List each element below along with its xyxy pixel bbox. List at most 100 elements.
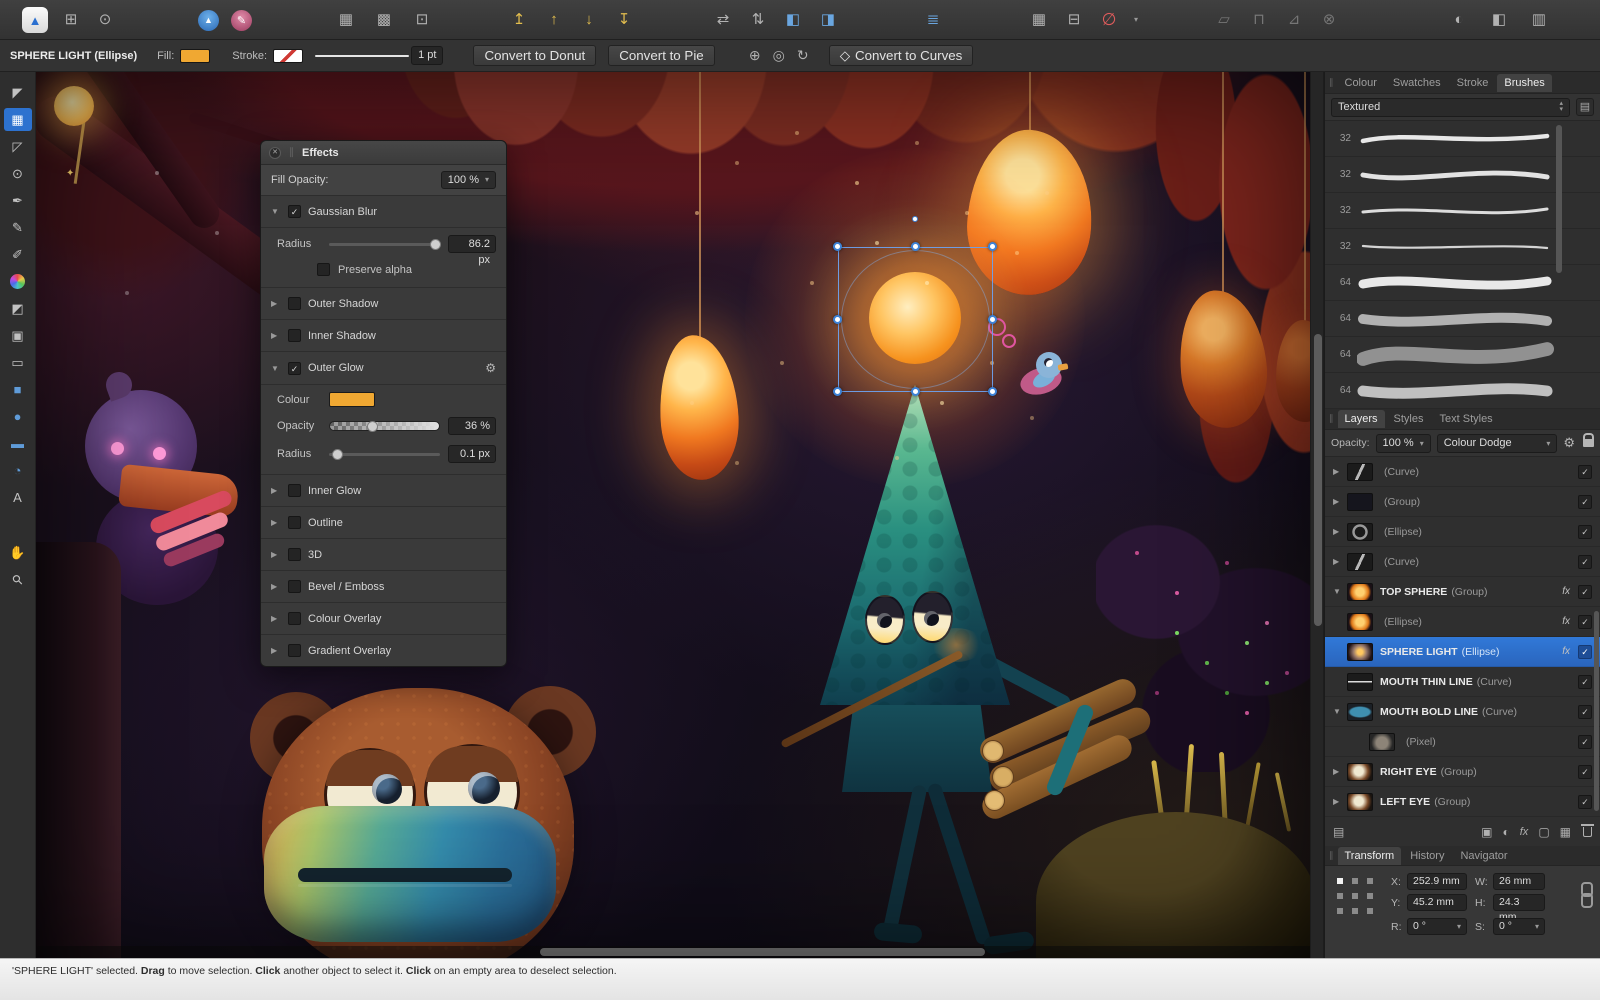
vector-crop-tool[interactable]: ▭ (4, 351, 32, 374)
pie-tool[interactable]: ◔ (4, 459, 32, 482)
transparency-tool[interactable]: ◩ (4, 297, 32, 320)
layer-row-left-eye[interactable]: ▶ LEFT EYE (Group) ✓ (1325, 787, 1600, 817)
canvas[interactable]: ✦ (36, 72, 1310, 958)
effect-checkbox[interactable]: ✓ (288, 362, 301, 375)
expander-icon[interactable]: ▶ (1333, 767, 1347, 776)
canvas-vscrollbar-track[interactable] (1310, 72, 1324, 958)
glow-radius-slider[interactable] (329, 447, 440, 461)
tab-colour[interactable]: Colour (1338, 74, 1384, 92)
insert-target-icon[interactable]: ▦ (1028, 8, 1050, 32)
tab-brushes[interactable]: Brushes (1497, 74, 1551, 92)
visibility-checkbox[interactable]: ✓ (1578, 705, 1592, 719)
layer-row-mouth-bold-line[interactable]: ▼ MOUTH BOLD LINE (Curve) ✓ (1325, 697, 1600, 727)
preserve-alpha-checkbox[interactable] (317, 263, 330, 276)
transform-origin-icon[interactable]: ⊡ (411, 8, 433, 32)
effect-checkbox[interactable]: ✓ (288, 205, 301, 218)
visibility-checkbox[interactable]: ✓ (1578, 735, 1592, 749)
layers-stack-icon[interactable]: ▤ (1333, 825, 1344, 839)
cycle-selection-icon[interactable]: ⊗ (1318, 8, 1340, 32)
gear-icon[interactable]: ⚙ (485, 361, 496, 375)
tab-text-styles[interactable]: Text Styles (1433, 410, 1500, 428)
visibility-checkbox[interactable]: ✓ (1578, 465, 1592, 479)
visibility-checkbox[interactable]: ✓ (1578, 525, 1592, 539)
selection-handle-bottom-left[interactable] (833, 387, 842, 396)
new-pixel-layer-icon[interactable]: ▦ (1560, 825, 1571, 839)
effect-section-inner-shadow[interactable]: ▶ Inner Shadow (261, 320, 506, 352)
disclosure-icon[interactable]: ▶ (271, 299, 281, 308)
expander-icon[interactable]: ▼ (1333, 587, 1347, 596)
effect-checkbox[interactable] (288, 612, 301, 625)
artboard-icon[interactable]: ⊞ (60, 8, 82, 32)
rectangle-tool[interactable]: ■ (4, 378, 32, 401)
selection-bounds[interactable] (838, 247, 993, 392)
opacity-dropdown[interactable]: 100 %▾ (1376, 434, 1431, 453)
layer-row-mouth-thin-line[interactable]: MOUTH THIN LINE (Curve) ✓ (1325, 667, 1600, 697)
new-layer-icon[interactable]: ▢ (1538, 825, 1549, 839)
align-vertical-icon[interactable]: ◨ (817, 8, 839, 32)
disclosure-icon[interactable]: ▶ (271, 486, 281, 495)
snapping-candidates-icon[interactable]: ▩ (373, 8, 395, 32)
effect-section-colour-overlay[interactable]: ▶ Colour Overlay (261, 603, 506, 635)
stroke-width-slider[interactable] (313, 48, 411, 64)
selection-handle-mid-left[interactable] (833, 315, 842, 324)
layers-scrollbar[interactable] (1594, 611, 1599, 811)
lock-icon[interactable] (1583, 439, 1594, 447)
effect-checkbox[interactable] (288, 516, 301, 529)
panel-menu-button[interactable]: ▤ (1576, 98, 1594, 116)
show-orientation-icon[interactable]: ◎ (767, 47, 791, 64)
gear-icon[interactable]: ⚙ (1563, 435, 1575, 451)
fx-badge[interactable]: fx (1562, 616, 1570, 627)
brush-item[interactable]: 64 (1325, 373, 1600, 409)
radius-slider[interactable] (329, 237, 440, 251)
visibility-checkbox[interactable]: ✓ (1578, 555, 1592, 569)
slider-thumb[interactable] (332, 449, 343, 460)
effect-checkbox[interactable] (288, 548, 301, 561)
drag-handle-icon[interactable]: ∥ (289, 147, 294, 158)
flip-horizontal-icon[interactable]: ⇄ (712, 8, 734, 32)
move-to-back-icon[interactable]: ↧ (613, 8, 635, 32)
y-field[interactable]: 45.2 mm (1407, 894, 1467, 911)
pencil-tool[interactable]: ✎ (4, 216, 32, 239)
anchor-point-selector[interactable] (1337, 878, 1375, 916)
visibility-checkbox[interactable]: ✓ (1578, 585, 1592, 599)
brush-item[interactable]: 64 (1325, 337, 1600, 373)
panel-drag-handle[interactable]: ∥ (1329, 77, 1334, 88)
view-tool[interactable]: ✋ (4, 541, 32, 564)
reset-bounds-icon[interactable]: ↻ (791, 47, 815, 64)
selection-handle-top-center[interactable] (911, 242, 920, 251)
fill-tool[interactable] (4, 270, 32, 293)
layer-effects-icon[interactable]: fx (1520, 826, 1529, 838)
visibility-checkbox[interactable]: ✓ (1578, 615, 1592, 629)
node-editor-icon[interactable]: ⊙ (94, 8, 116, 32)
vector-brush-tool[interactable]: ✐ (4, 243, 32, 266)
adjustment-layer-icon[interactable]: ◐ (1503, 825, 1510, 839)
disclosure-icon[interactable]: ▼ (271, 207, 281, 216)
tab-transform[interactable]: Transform (1338, 847, 1402, 865)
layer-row[interactable]: ▶ (Ellipse) ✓ (1325, 517, 1600, 547)
disclosure-icon[interactable]: ▶ (271, 646, 281, 655)
convert-to-donut-button[interactable]: Convert to Donut (473, 45, 596, 66)
selection-handle-mid-right[interactable] (988, 315, 997, 324)
alignment-icon[interactable]: ≣ (922, 8, 944, 32)
layer-row[interactable]: (Pixel) ✓ (1325, 727, 1600, 757)
fill-swatch[interactable] (180, 49, 210, 63)
move-forward-icon[interactable]: ↑ (543, 8, 565, 32)
visibility-checkbox[interactable]: ✓ (1578, 765, 1592, 779)
panel-drag-handle[interactable]: ∥ (1329, 413, 1334, 424)
layer-row[interactable]: ▶ (Group) ✓ (1325, 487, 1600, 517)
fx-badge[interactable]: fx (1562, 646, 1570, 657)
brush-item[interactable]: 64 (1325, 301, 1600, 337)
link-dimensions-icon[interactable] (1580, 882, 1590, 906)
brush-category-dropdown[interactable]: Textured ▴▾ (1331, 98, 1570, 117)
effect-checkbox[interactable] (288, 644, 301, 657)
artboard-tool[interactable]: ▦ (4, 108, 32, 131)
transform-separately-icon[interactable]: ⊿ (1283, 8, 1305, 32)
blend-mode-dropdown[interactable]: Colour Dodge▾ (1437, 434, 1558, 453)
effect-checkbox[interactable] (288, 329, 301, 342)
effect-checkbox[interactable] (288, 580, 301, 593)
effects-panel-header[interactable]: ✕ ∥ Effects (261, 141, 506, 165)
disclosure-icon[interactable]: ▶ (271, 518, 281, 527)
expander-icon[interactable]: ▶ (1333, 797, 1347, 806)
flip-vertical-icon[interactable]: ⇅ (747, 8, 769, 32)
ellipse-tool[interactable]: ● (4, 405, 32, 428)
